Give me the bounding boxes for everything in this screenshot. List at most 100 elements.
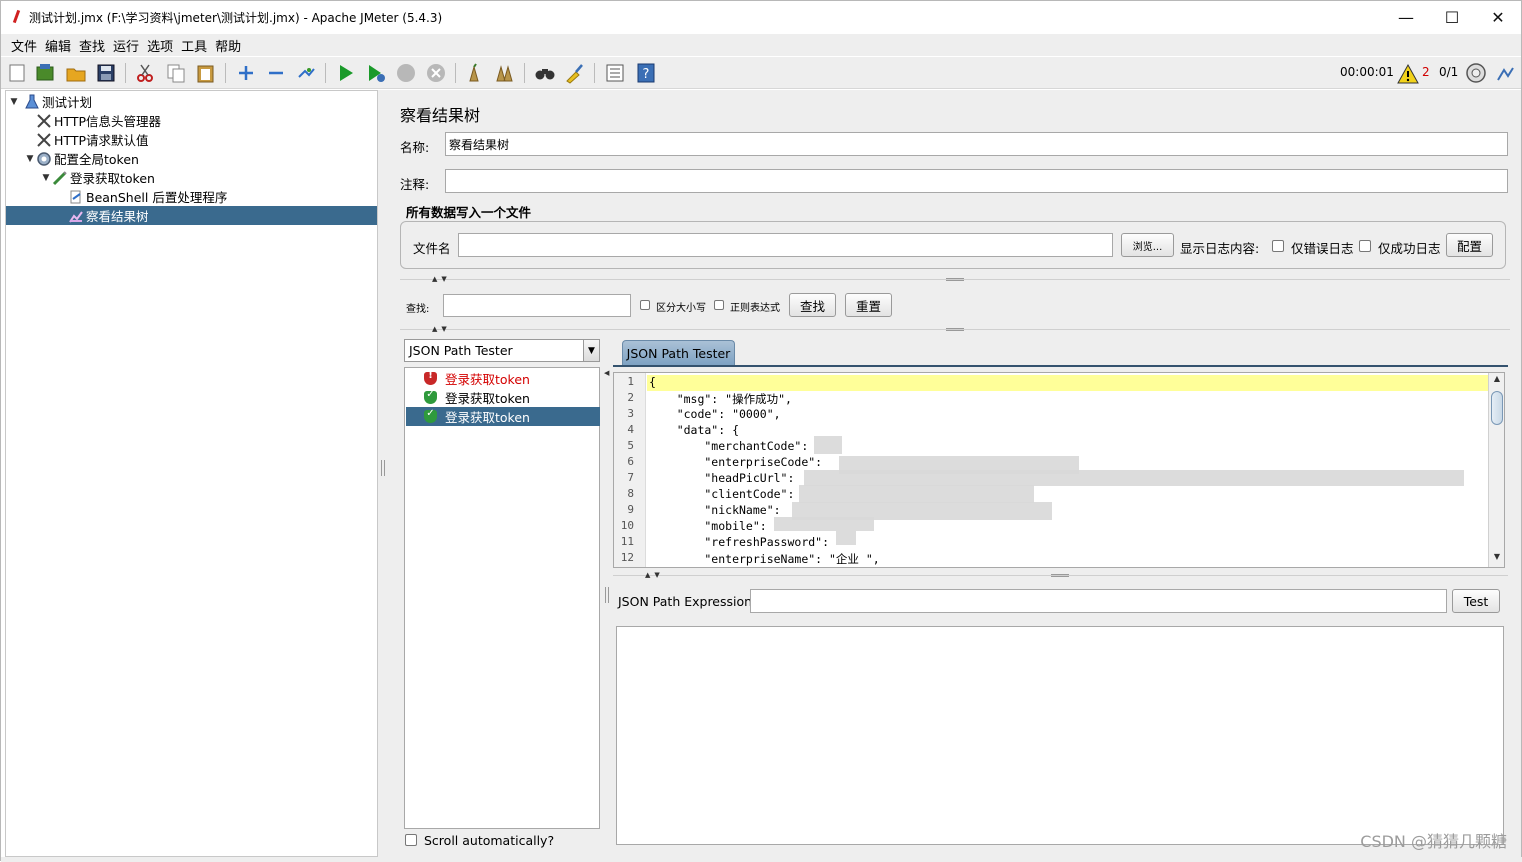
result-item-selected[interactable]: ✓ 登录获取token — [406, 407, 600, 426]
comment-field[interactable] — [445, 169, 1508, 193]
splitter-grip[interactable] — [946, 328, 964, 331]
menu-edit[interactable]: 编辑 — [41, 36, 75, 55]
split-grip[interactable] — [605, 587, 609, 603]
result-item-success[interactable]: ✓ 登录获取token — [406, 388, 600, 407]
splitter-grip[interactable] — [946, 278, 964, 281]
code-line[interactable]: "merchantCode": — [647, 439, 808, 455]
tab-json-path-tester[interactable]: JSON Path Tester — [622, 340, 735, 365]
splitter-arrows-icon[interactable]: ▲▼ — [432, 325, 451, 333]
filename-field[interactable] — [458, 233, 1113, 257]
scroll-down-icon[interactable]: ▼ — [1489, 552, 1504, 566]
function-helper-icon[interactable] — [604, 62, 626, 84]
menu-run[interactable]: 运行 — [109, 36, 143, 55]
tree-node-http-header-manager[interactable]: HTTP信息头管理器 — [24, 111, 364, 130]
menu-search[interactable]: 查找 — [75, 36, 109, 55]
errors-only-checkbox[interactable] — [1272, 240, 1284, 252]
code-line[interactable]: "clientCode": — [647, 487, 794, 503]
tree-node-login-sampler[interactable]: ▼ 登录获取token — [40, 168, 360, 187]
result-item-failed[interactable]: ! 登录获取token — [406, 369, 600, 388]
minimize-button[interactable]: — — [1383, 1, 1429, 33]
collapse-icon[interactable] — [265, 62, 287, 84]
code-line[interactable]: "nickName": — [647, 503, 780, 519]
clear-all-icon[interactable] — [494, 62, 516, 84]
code-line[interactable]: "refreshPassword": — [647, 535, 829, 551]
tree-node-label: 登录获取token — [70, 171, 155, 186]
configure-button[interactable]: 配置 — [1446, 233, 1493, 257]
tree-node-beanshell-postprocessor[interactable]: BeanShell 后置处理程序 — [56, 187, 356, 206]
search-field[interactable] — [443, 294, 631, 317]
expand-toggle-icon[interactable]: ▼ — [24, 154, 36, 164]
name-field[interactable]: 察看结果树 — [445, 132, 1508, 156]
renderer-select[interactable]: JSON Path Tester ▼ — [404, 339, 600, 362]
window-controls: — ☐ ✕ — [1383, 1, 1521, 33]
split-grip[interactable] — [381, 460, 385, 476]
code-line[interactable]: "enterpriseName": "企业 ", — [647, 551, 879, 567]
clear-icon[interactable] — [464, 62, 486, 84]
chevron-down-icon[interactable]: ▼ — [583, 340, 599, 361]
help-icon[interactable]: ? — [635, 62, 657, 84]
stop-icon[interactable] — [395, 62, 417, 84]
menu-file[interactable]: 文件 — [7, 36, 41, 55]
collapse-arrow-icon[interactable]: ◀ — [604, 369, 609, 377]
search-icon[interactable] — [534, 62, 556, 84]
reset-button[interactable]: 重置 — [845, 293, 892, 317]
regex-checkbox[interactable] — [714, 300, 724, 310]
test-button[interactable]: Test — [1452, 589, 1500, 613]
tree-node-thread-group[interactable]: ▼ 配置全局token — [24, 149, 364, 168]
copy-icon[interactable] — [165, 62, 187, 84]
maximize-button[interactable]: ☐ — [1429, 1, 1475, 33]
code-line[interactable]: { — [647, 375, 1488, 391]
shutdown-icon[interactable] — [425, 62, 447, 84]
expand-toggle-icon[interactable]: ▼ — [40, 173, 52, 183]
menu-options[interactable]: 选项 — [143, 36, 177, 55]
scroll-thumb[interactable] — [1491, 391, 1503, 425]
main-split-divider[interactable] — [378, 90, 388, 857]
paste-icon[interactable] — [195, 62, 217, 84]
jsonpath-result-area[interactable] — [616, 626, 1504, 845]
tree-node-test-plan[interactable]: ▼ 测试计划 — [8, 92, 368, 111]
cut-icon[interactable] — [134, 62, 156, 84]
search-splitter[interactable]: ▲▼ — [400, 275, 1510, 285]
editor-vertical-scrollbar[interactable]: ▲ ▼ — [1488, 373, 1504, 567]
log-viewer-icon[interactable] — [1494, 62, 1516, 84]
tree-node-http-defaults[interactable]: HTTP请求默认值 — [24, 130, 364, 149]
browse-button[interactable]: 浏览... — [1121, 233, 1174, 257]
response-json-editor[interactable]: 1 2 3 4 5 6 7 8 9 10 11 12 { "msg": "操作成功", "code":… — [613, 372, 1505, 568]
results-split-divider[interactable]: ◀ — [604, 367, 610, 847]
splitter-arrows-icon[interactable]: ▲▼ — [645, 571, 664, 579]
save-icon[interactable] — [95, 62, 117, 84]
expand-toggle-icon[interactable]: ▼ — [8, 97, 20, 107]
toggle-icon[interactable] — [295, 62, 317, 84]
close-button[interactable]: ✕ — [1475, 1, 1521, 33]
case-sensitive-checkbox[interactable] — [640, 300, 650, 310]
scroll-auto-checkbox[interactable] — [405, 834, 417, 846]
json-splitter[interactable]: ▲▼ — [613, 571, 1508, 581]
find-button[interactable]: 查找 — [789, 293, 836, 317]
start-no-pause-icon[interactable] — [365, 62, 387, 84]
test-plan-icon — [25, 94, 39, 108]
results-splitter[interactable]: ▲▼ — [400, 325, 1510, 335]
code-line[interactable]: "msg": "操作成功", — [647, 391, 792, 407]
tree-node-view-results-tree[interactable]: 察看结果树 — [6, 206, 377, 225]
lifebuoy-icon[interactable] — [1465, 62, 1487, 84]
code-line[interactable]: "headPicUrl": — [647, 471, 794, 487]
open-icon[interactable] — [65, 62, 87, 84]
splitter-arrows-icon[interactable]: ▲▼ — [432, 275, 451, 283]
code-line[interactable]: "mobile": — [647, 519, 766, 535]
code-line[interactable]: "enterpriseCode": — [647, 455, 822, 471]
reset-search-icon[interactable] — [564, 62, 586, 84]
new-icon[interactable] — [6, 62, 28, 84]
code-line[interactable]: "code": "0000", — [647, 407, 781, 423]
config-tool-icon — [37, 113, 51, 128]
menu-help[interactable]: 帮助 — [211, 36, 245, 55]
splitter-grip[interactable] — [1051, 574, 1069, 577]
success-only-checkbox[interactable] — [1359, 240, 1371, 252]
menu-tools[interactable]: 工具 — [177, 36, 211, 55]
expand-icon[interactable] — [235, 62, 257, 84]
code-line[interactable]: "data": { — [647, 423, 739, 439]
templates-icon[interactable] — [34, 62, 56, 84]
warning-icon[interactable] — [1397, 63, 1419, 85]
scroll-up-icon[interactable]: ▲ — [1489, 374, 1504, 388]
start-icon[interactable] — [335, 62, 357, 84]
jsonpath-expression-field[interactable] — [750, 589, 1447, 613]
